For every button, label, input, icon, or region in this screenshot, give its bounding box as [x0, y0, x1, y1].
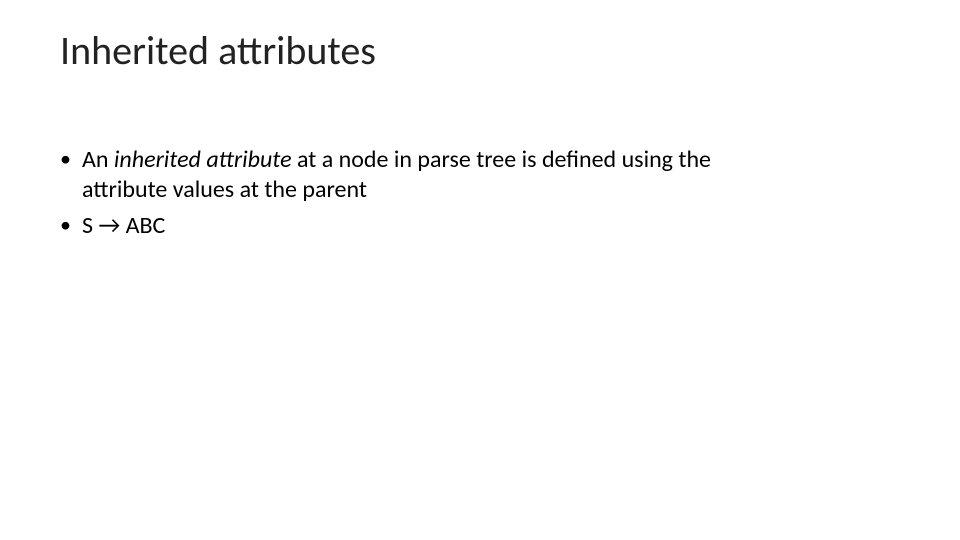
bullet-item: An inherited attribute at a node in pars… [60, 145, 900, 205]
slide: Inherited attributes An inherited attrib… [0, 0, 960, 540]
bullet-text-rest: at a node in parse tree is defined using… [292, 145, 711, 174]
slide-title: Inherited attributes [60, 26, 900, 75]
bullet-text-prefix: An [82, 145, 114, 174]
bullet-text-continuation: attribute values at the parent [82, 175, 900, 205]
slide-body: An inherited attribute at a node in pars… [60, 145, 900, 241]
bullet-list: An inherited attribute at a node in pars… [60, 145, 900, 241]
bullet-text: S → ABC [82, 211, 165, 240]
bullet-text-emphasis: inherited attribute [114, 145, 292, 174]
bullet-item: S → ABC [60, 211, 900, 241]
